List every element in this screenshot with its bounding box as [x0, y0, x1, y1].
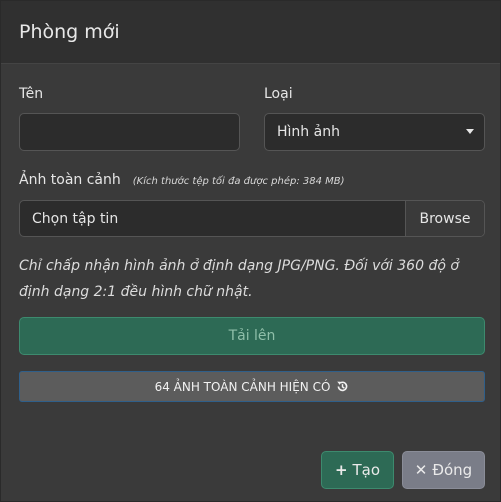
upload-button[interactable]: Tải lên: [19, 317, 485, 355]
chevron-down-icon: [466, 129, 474, 134]
close-button[interactable]: ✕ Đóng: [402, 451, 485, 489]
create-button[interactable]: + Tạo: [321, 451, 394, 489]
plus-icon: +: [334, 461, 348, 479]
close-icon: ✕: [414, 461, 428, 479]
existing-panoramas-label: 64 ẢNH TOÀN CẢNH HIỆN CÓ: [154, 379, 331, 394]
modal-header: Phòng mới: [1, 1, 500, 64]
panorama-label-row: Ảnh toàn cảnh (Kích thước tệp tối đa đượ…: [19, 172, 345, 188]
panorama-file-input[interactable]: Chọn tập tin Browse: [19, 200, 485, 237]
panorama-size-hint: (Kích thước tệp tối đa được phép: 384 MB…: [132, 176, 345, 187]
format-note: Chỉ chấp nhận hình ảnh ở định dạng JPG/P…: [19, 258, 459, 300]
file-input-placeholder: Chọn tập tin: [32, 210, 119, 227]
type-label: Loại: [264, 86, 293, 102]
type-select-value: Hình ảnh: [277, 124, 340, 140]
name-input[interactable]: [19, 113, 240, 151]
create-label: Tạo: [352, 461, 381, 479]
panorama-label: Ảnh toàn cảnh: [19, 172, 121, 188]
close-label: Đóng: [432, 461, 473, 479]
type-select[interactable]: Hình ảnh: [264, 113, 485, 151]
browse-button[interactable]: Browse: [405, 201, 484, 236]
new-room-modal: Phòng mới Tên Loại Hình ảnh Ảnh toàn cản…: [0, 0, 501, 502]
modal-title: Phòng mới: [19, 21, 120, 43]
name-label: Tên: [19, 86, 44, 102]
history-icon: [337, 381, 348, 392]
existing-panoramas-button[interactable]: 64 ẢNH TOÀN CẢNH HIỆN CÓ: [19, 371, 485, 402]
